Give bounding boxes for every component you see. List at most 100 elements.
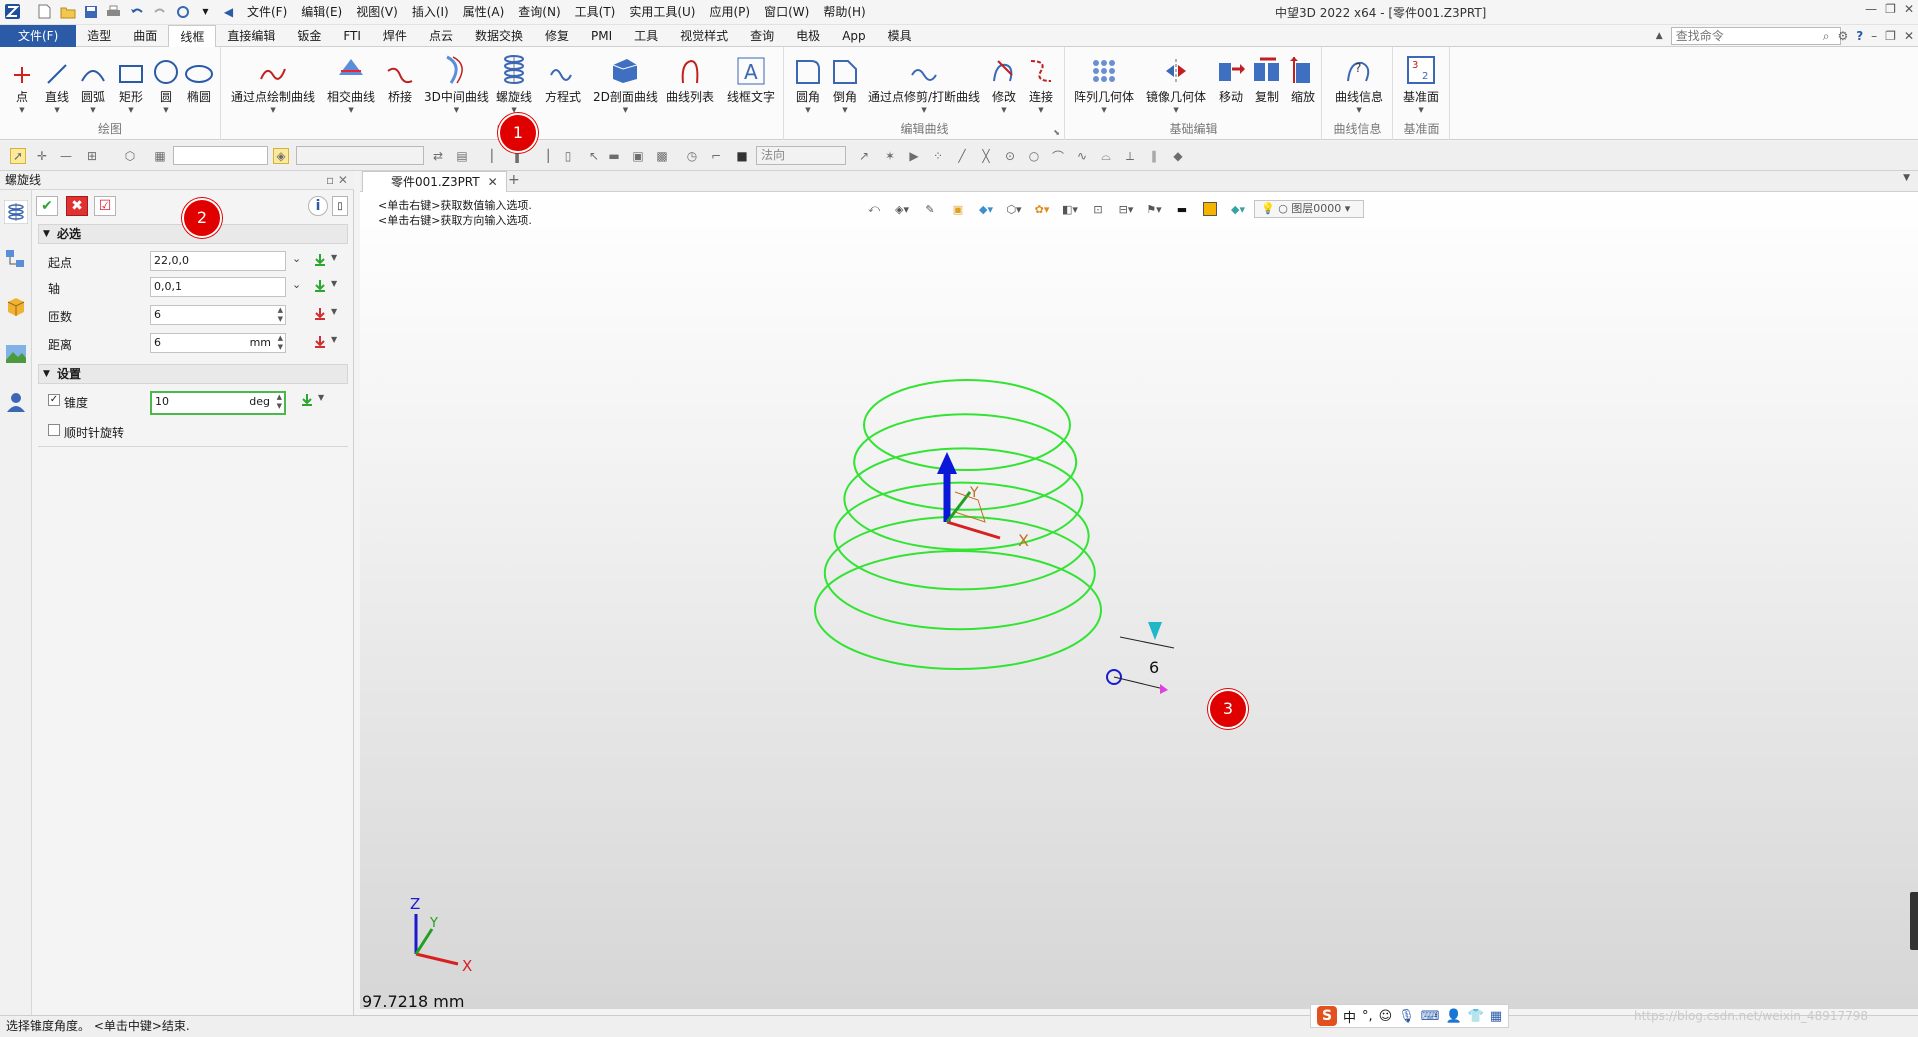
snap-center-icon[interactable]: ⊙	[1002, 148, 1018, 164]
direction-combo[interactable]: 法向	[756, 146, 846, 165]
tab-repair[interactable]: 修复	[534, 25, 580, 47]
apply-icon[interactable]: ☑	[94, 196, 116, 216]
snap-mid-icon[interactable]: ╳	[978, 148, 994, 164]
scale-button[interactable]: 缩放	[1288, 51, 1318, 105]
redo-icon[interactable]	[151, 3, 168, 20]
distance-input[interactable]: 6 mm ▲ ▼	[150, 333, 286, 353]
filter-combo[interactable]	[173, 146, 268, 165]
settings-gear-icon[interactable]: ⚙	[1837, 29, 1848, 43]
command-search-input[interactable]	[1670, 27, 1841, 45]
menu-edit[interactable]: 编辑(E)	[294, 4, 349, 21]
user-role-icon[interactable]	[4, 390, 28, 414]
menu-file[interactable]: 文件(F)	[240, 4, 294, 21]
menu-view[interactable]: 视图(V)	[349, 4, 405, 21]
move-button[interactable]: 移动	[1216, 51, 1246, 105]
snap-line-icon[interactable]: ╱	[954, 148, 970, 164]
grid-menu-icon[interactable]: ▦	[1490, 1009, 1502, 1024]
curve-list-button[interactable]: 曲线列表	[666, 51, 714, 105]
datum-plane-button[interactable]: 32 基准面 ▼	[1403, 51, 1439, 114]
curve-through-points-button[interactable]: 通过点绘制曲线 ▼	[231, 51, 315, 114]
snap-clock-icon[interactable]: ◷	[684, 148, 700, 164]
align-left-icon[interactable]: ▏	[488, 148, 504, 164]
undo-icon[interactable]	[128, 3, 145, 20]
tab-data-exchange[interactable]: 数据交换	[464, 25, 534, 47]
tab-file[interactable]: 文件(F)	[0, 25, 77, 47]
tab-direct-edit[interactable]: 直接编辑	[216, 25, 286, 47]
point-button[interactable]: 点 ▼	[12, 51, 32, 114]
snap-face-icon[interactable]: ◆	[1170, 148, 1186, 164]
taper-checkbox[interactable]: ✓	[48, 394, 60, 406]
align-right-icon[interactable]: ▕	[536, 148, 552, 164]
tab-surface[interactable]: 曲面	[122, 25, 168, 47]
ellipse-button[interactable]: 椭圆	[184, 51, 214, 105]
right-panel-handle[interactable]	[1910, 892, 1918, 950]
modify-button[interactable]: 修改 ▼	[990, 51, 1018, 114]
bridge-button[interactable]: 桥接	[386, 51, 414, 105]
color-pick-icon[interactable]: ▬	[606, 148, 622, 164]
axis-input[interactable]: 0,0,1	[150, 277, 286, 297]
pick-dropdown-icon[interactable]: ▼	[318, 393, 324, 402]
minimize-icon[interactable]: —	[1865, 2, 1877, 16]
tab-fti[interactable]: FTI	[332, 25, 372, 47]
spinner-icon[interactable]: ▲ ▼	[278, 306, 283, 324]
menu-inquire[interactable]: 查询(N)	[511, 4, 567, 21]
save-icon[interactable]	[82, 3, 99, 20]
select-arrow-icon[interactable]: ➚	[10, 148, 26, 164]
pick-point-icon[interactable]	[313, 253, 327, 267]
chevron-down-icon[interactable]: ⌄	[292, 252, 301, 265]
helix-turn[interactable]	[833, 481, 1090, 591]
panel-doc-icon[interactable]: ▯	[332, 196, 348, 216]
start-point-input[interactable]: 22,0,0	[150, 251, 286, 271]
tab-point-cloud[interactable]: 点云	[418, 25, 464, 47]
menu-utilities[interactable]: 实用工具(U)	[622, 4, 702, 21]
snap-point-icon[interactable]: ✶	[882, 148, 898, 164]
circle-button[interactable]: 圆 ▼	[153, 51, 179, 114]
distribute-icon[interactable]: ▯	[560, 148, 576, 164]
assembly-icon[interactable]	[4, 294, 28, 318]
sogou-logo-icon[interactable]: S	[1317, 1006, 1337, 1026]
search-icon[interactable]: ⌕	[1823, 29, 1830, 44]
pattern-geometry-button[interactable]: 阵列几何体 ▼	[1074, 51, 1134, 114]
skin-icon[interactable]: 👕	[1468, 1009, 1484, 1024]
turns-input[interactable]: 6 ▲ ▼	[150, 305, 286, 325]
box-select-icon[interactable]: ⊞	[84, 148, 100, 164]
menu-tools[interactable]: 工具(T)	[568, 4, 623, 21]
menu-help[interactable]: 帮助(H)	[816, 4, 872, 21]
print-icon[interactable]	[105, 3, 122, 20]
spinner-icon[interactable]: ▲ ▼	[278, 334, 283, 352]
pick-value-icon[interactable]	[313, 307, 327, 321]
snap-square-icon[interactable]: ■	[734, 148, 750, 164]
3d-viewport[interactable]: <单击右键>获取数值输入选项. <单击右键>获取方向输入选项. ⤺ ◈▾ ✎ ▣…	[360, 192, 1918, 1009]
collapse-ribbon-icon[interactable]: ▲	[1656, 31, 1663, 41]
pick-dropdown-icon[interactable]: ▼	[331, 335, 337, 344]
history-tree-icon[interactable]	[4, 248, 28, 272]
section-settings[interactable]: 设置	[38, 364, 348, 384]
cancel-x-icon[interactable]: ✖	[66, 196, 88, 216]
snap-perp-icon[interactable]: ⟂	[1122, 148, 1138, 164]
group-expand-icon[interactable]: ⬊	[1053, 128, 1060, 137]
wireframe-text-button[interactable]: A 线框文字	[727, 51, 775, 105]
tab-pmi[interactable]: PMI	[580, 25, 623, 47]
emoji-icon[interactable]: ☺	[1379, 1009, 1393, 1024]
2d-section-curve-button[interactable]: 2D剖面曲线 ▼	[593, 51, 658, 114]
pick-plus-icon[interactable]: ✛	[34, 148, 50, 164]
display-icon[interactable]: ▣	[630, 148, 646, 164]
snap-play-icon[interactable]: ▶	[906, 148, 922, 164]
tab-app[interactable]: App	[831, 25, 876, 47]
document-tab[interactable]: 零件001.Z3PRT ✕	[362, 171, 507, 192]
3d-mid-curve-button[interactable]: 3D中间曲线 ▼	[424, 51, 489, 114]
taper-input[interactable]: 10 deg ▲ ▼	[150, 391, 286, 415]
menu-window[interactable]: 窗口(W)	[757, 4, 816, 21]
app-logo-icon[interactable]	[4, 3, 21, 20]
filter-icon[interactable]: ▦	[152, 148, 168, 164]
equation-button[interactable]: 方程式	[545, 51, 581, 105]
tab-list-icon[interactable]: ▼	[1903, 173, 1910, 183]
entity-filter-combo[interactable]	[296, 146, 424, 165]
pick-angle-icon[interactable]	[300, 393, 314, 407]
snap-arc-icon[interactable]: ⌓	[1098, 148, 1114, 164]
helix-tab-icon[interactable]	[4, 200, 28, 224]
user-icon[interactable]: 👤	[1446, 1009, 1462, 1024]
intersect-curve-button[interactable]: 相交曲线 ▼	[327, 51, 375, 114]
chevron-down-icon[interactable]: ⌄	[292, 278, 301, 291]
lasso-icon[interactable]: ⬡	[122, 148, 138, 164]
